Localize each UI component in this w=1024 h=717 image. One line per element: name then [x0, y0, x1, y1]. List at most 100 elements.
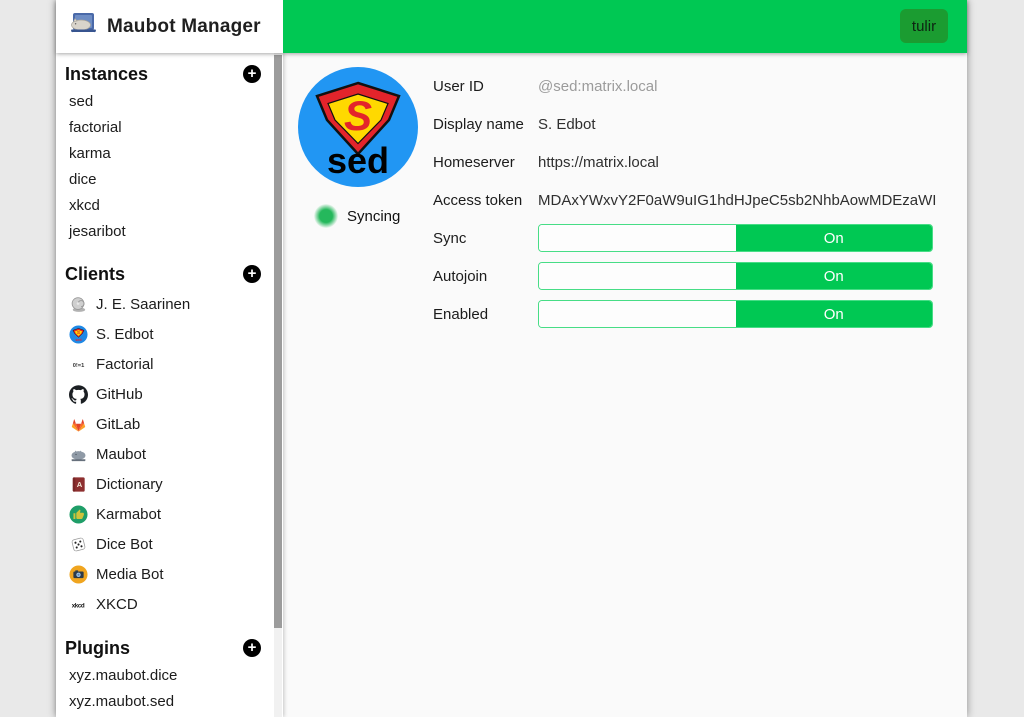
- section-title-instances: Instances: [65, 64, 148, 85]
- green-status-dot-icon: [314, 204, 338, 228]
- svg-text:sed: sed: [327, 140, 389, 181]
- sidebar-section-instances: Instances + sed factorial karma dice xkc…: [65, 63, 283, 245]
- sidebar-item-client[interactable]: GitLab: [65, 409, 283, 439]
- sidebar-item-instance[interactable]: sed: [65, 89, 283, 115]
- toggle-row-sync: Sync On: [433, 219, 967, 257]
- field-row-homeserver: Homeserver https://matrix.local: [433, 143, 967, 181]
- section-title-plugins: Plugins: [65, 638, 130, 659]
- thumbs-up-icon: [68, 504, 88, 524]
- toggle-off-half[interactable]: [539, 263, 736, 289]
- client-label: Dictionary: [96, 476, 163, 493]
- sidebar: Instances + sed factorial karma dice xkc…: [56, 53, 283, 717]
- sync-toggle[interactable]: On: [538, 224, 933, 252]
- user-menu-button[interactable]: tulir: [900, 9, 948, 43]
- svg-text:S: S: [344, 92, 372, 139]
- client-label: Dice Bot: [96, 536, 153, 553]
- sidebar-item-plugin[interactable]: xyz.maubot.sed: [65, 689, 283, 715]
- maubot-cat-icon: [68, 444, 88, 464]
- add-client-button[interactable]: +: [243, 265, 261, 283]
- toggle-off-half[interactable]: [539, 301, 736, 327]
- sidebar-item-client[interactable]: 0!=1 Factorial: [65, 349, 283, 379]
- access-token-value[interactable]: MDAxYWxvY2F0aW9uIG1hdHJpeC5sb2NhbAowMDEz…: [538, 192, 936, 209]
- toggle-label: Sync: [433, 230, 538, 247]
- sidebar-item-client[interactable]: Karmabot: [65, 499, 283, 529]
- client-label: GitLab: [96, 416, 140, 433]
- svg-text:sed: sed: [75, 338, 81, 342]
- status-label: Syncing: [347, 208, 400, 225]
- section-title-clients: Clients: [65, 264, 125, 285]
- client-detail-form: User ID @sed:matrix.local Display name S…: [433, 67, 967, 333]
- client-label: Media Bot: [96, 566, 164, 583]
- field-row-access-token: Access token MDAxYWxvY2F0aW9uIG1hdHJpeC5…: [433, 181, 967, 219]
- svg-text:S: S: [76, 330, 79, 336]
- sidebar-item-client[interactable]: S sed S. Edbot: [65, 319, 283, 349]
- app-header: Maubot Manager tulir: [56, 0, 967, 53]
- toggle-on-half[interactable]: On: [736, 263, 933, 289]
- client-label: Factorial: [96, 356, 154, 373]
- sidebar-item-client[interactable]: Dice Bot: [65, 529, 283, 559]
- field-label: Homeserver: [433, 154, 538, 171]
- sidebar-item-client[interactable]: A Dictionary: [65, 469, 283, 499]
- sidebar-item-client[interactable]: GitHub: [65, 379, 283, 409]
- sidebar-item-instance[interactable]: xkcd: [65, 193, 283, 219]
- factorial-text-avatar-icon: 0!=1: [68, 354, 88, 374]
- sidebar-item-instance[interactable]: jesaribot: [65, 219, 283, 245]
- autojoin-toggle[interactable]: On: [538, 262, 933, 290]
- svg-text:A: A: [76, 479, 82, 488]
- client-avatar: S sed: [298, 67, 418, 187]
- field-row-user-id: User ID @sed:matrix.local: [433, 67, 967, 105]
- app-title: Maubot Manager: [107, 16, 261, 38]
- app-window: Maubot Manager tulir Instances + sed fac…: [56, 0, 967, 717]
- gitlab-tanuki-icon: [68, 414, 88, 434]
- sidebar-item-instance[interactable]: dice: [65, 167, 283, 193]
- user-id-value: @sed:matrix.local: [538, 78, 657, 95]
- sidebar-item-client[interactable]: J. E. Saarinen: [65, 289, 283, 319]
- display-name-value[interactable]: S. Edbot: [538, 116, 596, 133]
- toggle-on-half[interactable]: On: [736, 225, 933, 251]
- sidebar-item-client[interactable]: xkcd XKCD: [65, 589, 283, 619]
- field-label: Access token: [433, 192, 538, 209]
- add-instance-button[interactable]: +: [243, 65, 261, 83]
- add-plugin-button[interactable]: +: [243, 639, 261, 657]
- client-label: J. E. Saarinen: [96, 296, 190, 313]
- xkcd-logo-icon: xkcd: [68, 594, 88, 614]
- dice-icon: [68, 534, 88, 554]
- toggle-label: Enabled: [433, 306, 538, 323]
- plus-icon: +: [248, 266, 257, 281]
- app-header-bar: tulir: [283, 0, 967, 53]
- sidebar-item-plugin[interactable]: xyz.maubot.dice: [65, 663, 283, 689]
- sidebar-section-clients: Clients + J. E. Saarinen: [65, 263, 283, 619]
- client-label: GitHub: [96, 386, 143, 403]
- github-octocat-icon: [68, 384, 88, 404]
- client-label: XKCD: [96, 596, 138, 613]
- toggle-off-half[interactable]: [539, 225, 736, 251]
- enabled-toggle[interactable]: On: [538, 300, 933, 328]
- toggle-label: Autojoin: [433, 268, 538, 285]
- sidebar-section-plugins: Plugins + xyz.maubot.dice xyz.maubot.sed: [65, 637, 283, 715]
- sidebar-item-instance[interactable]: factorial: [65, 115, 283, 141]
- toggle-row-enabled: Enabled On: [433, 295, 967, 333]
- client-label: S. Edbot: [96, 326, 154, 343]
- camera-icon: [68, 564, 88, 584]
- superman-shield-icon: S sed: [298, 67, 418, 187]
- app-header-brand: Maubot Manager: [56, 0, 283, 53]
- client-label: Maubot: [96, 446, 146, 463]
- toggle-on-half[interactable]: On: [736, 301, 933, 327]
- field-label: Display name: [433, 116, 538, 133]
- plus-icon: +: [248, 66, 257, 81]
- sidebar-item-client[interactable]: Media Bot: [65, 559, 283, 589]
- snail-avatar-icon: [68, 294, 88, 314]
- client-status: Syncing: [314, 204, 400, 228]
- field-row-display-name: Display name S. Edbot: [433, 105, 967, 143]
- client-label: Karmabot: [96, 506, 161, 523]
- maubot-cat-laptop-icon: [68, 11, 98, 43]
- sidebar-scrollbar[interactable]: [274, 53, 282, 717]
- sidebar-item-client[interactable]: Maubot: [65, 439, 283, 469]
- superman-sed-avatar-icon: S sed: [68, 324, 88, 344]
- svg-text:0!=1: 0!=1: [72, 362, 84, 368]
- sidebar-item-instance[interactable]: karma: [65, 141, 283, 167]
- client-detail-panel: S sed Syncing User ID @sed:matrix.local …: [283, 53, 967, 717]
- sidebar-scrollbar-thumb[interactable]: [274, 55, 282, 628]
- homeserver-value[interactable]: https://matrix.local: [538, 154, 659, 171]
- field-label: User ID: [433, 78, 538, 95]
